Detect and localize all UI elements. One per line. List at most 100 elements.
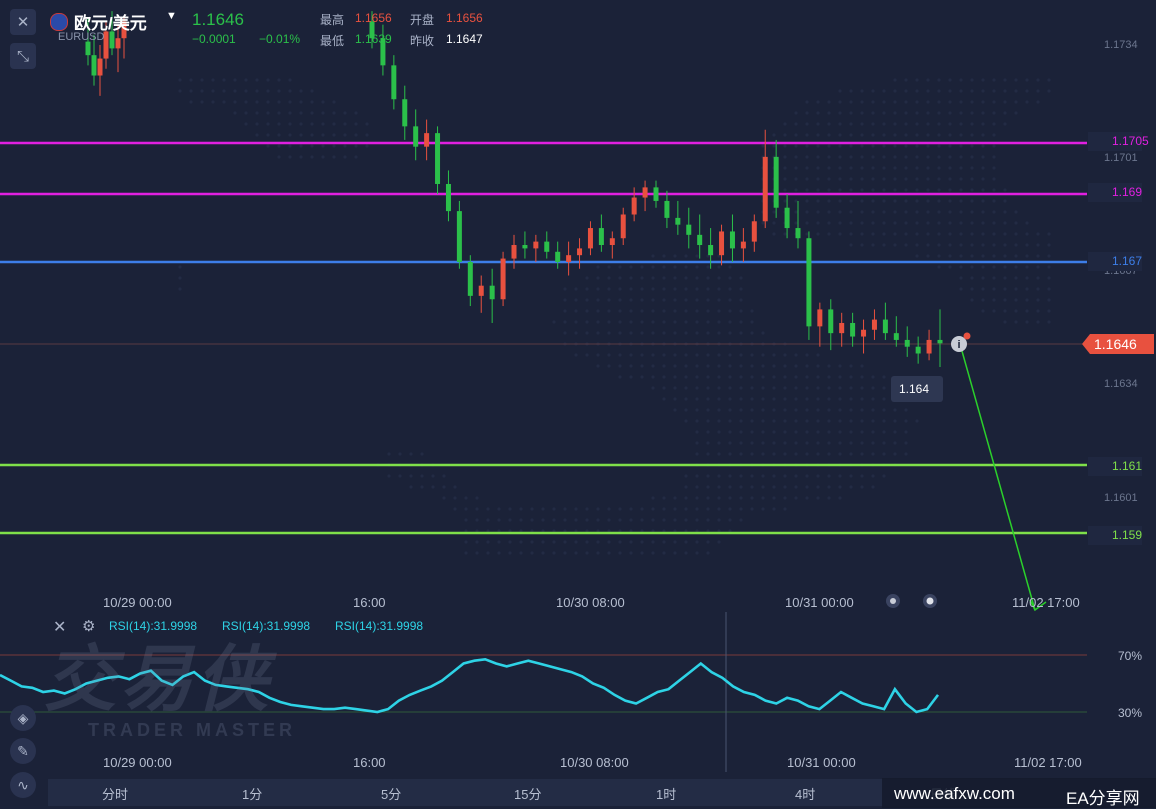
map-dot xyxy=(618,287,622,291)
map-dot xyxy=(860,397,864,401)
map-dot xyxy=(849,364,853,368)
map-dot xyxy=(596,353,600,357)
map-dot xyxy=(365,133,369,137)
map-dot xyxy=(695,540,699,544)
price-tick: 1.1601 xyxy=(1104,492,1138,504)
map-dot xyxy=(1036,100,1040,104)
map-dot xyxy=(981,177,985,181)
map-dot xyxy=(849,452,853,456)
forecast-arrow-line xyxy=(959,343,1036,611)
gear-icon[interactable]: ⚙ xyxy=(82,617,95,635)
map-dot xyxy=(761,375,765,379)
map-dot xyxy=(750,474,754,478)
map-dot xyxy=(310,100,314,104)
map-dot xyxy=(794,122,798,126)
timeframe-tab[interactable]: 1分 xyxy=(242,784,262,803)
timeframe-tab[interactable]: 5分 xyxy=(381,784,401,803)
map-dot xyxy=(255,111,259,115)
map-dot xyxy=(673,540,677,544)
map-dot xyxy=(629,320,633,324)
candle-body xyxy=(664,200,670,218)
map-dot xyxy=(189,89,193,93)
map-dot xyxy=(387,452,391,456)
map-dot xyxy=(860,199,864,203)
map-dot xyxy=(915,188,919,192)
map-dot xyxy=(805,353,809,357)
timeframe-tab[interactable]: 15分 xyxy=(514,784,541,803)
pencil-icon[interactable]: ✎ xyxy=(10,738,36,764)
level-tag-4[interactable]: 1.161 xyxy=(1088,457,1142,476)
close-button[interactable]: ✕ xyxy=(10,9,36,35)
map-dot xyxy=(783,353,787,357)
map-dot xyxy=(1047,89,1051,93)
map-dot xyxy=(596,507,600,511)
map-dot xyxy=(838,397,842,401)
map-dot xyxy=(816,441,820,445)
map-dot xyxy=(552,540,556,544)
map-dot xyxy=(486,540,490,544)
level-tag-5[interactable]: 1.159 xyxy=(1088,526,1142,545)
level-tag-1[interactable]: 1.1705 xyxy=(1088,132,1149,151)
collapse-button[interactable]: ⤡ xyxy=(10,43,36,69)
timeframe-tab[interactable]: 分时 xyxy=(102,784,128,803)
map-dot xyxy=(970,221,974,225)
map-dot xyxy=(860,441,864,445)
map-dot xyxy=(981,144,985,148)
map-dot xyxy=(827,111,831,115)
map-dot xyxy=(992,210,996,214)
timeframe-tab[interactable]: 1时 xyxy=(656,784,676,803)
map-dot xyxy=(574,353,578,357)
map-dot xyxy=(959,177,963,181)
map-dot xyxy=(431,485,435,489)
map-dot xyxy=(288,155,292,159)
map-dot xyxy=(574,507,578,511)
map-dot xyxy=(365,144,369,148)
indicator-icon[interactable]: ∿ xyxy=(10,772,36,798)
map-dot xyxy=(915,419,919,423)
map-dot xyxy=(871,232,875,236)
map-dot xyxy=(695,265,699,269)
candle-body xyxy=(391,65,397,100)
map-dot xyxy=(486,551,490,555)
map-dot xyxy=(486,518,490,522)
map-dot xyxy=(651,353,655,357)
map-dot xyxy=(739,474,743,478)
map-dot xyxy=(541,540,545,544)
map-dot xyxy=(607,518,611,522)
map-dot xyxy=(772,485,776,489)
map-dot xyxy=(816,452,820,456)
map-dot xyxy=(706,551,710,555)
map-dot xyxy=(717,496,721,500)
time-tick: 10/30 08:00 xyxy=(556,595,625,610)
map-dot xyxy=(882,232,886,236)
map-dot xyxy=(970,155,974,159)
map-dot xyxy=(1025,243,1029,247)
map-dot xyxy=(266,133,270,137)
map-dot xyxy=(981,166,985,170)
map-dot xyxy=(288,111,292,115)
map-dot xyxy=(882,122,886,126)
map-dot xyxy=(728,507,732,511)
map-dot xyxy=(970,144,974,148)
map-dot xyxy=(299,100,303,104)
map-dot xyxy=(959,287,963,291)
close-icon[interactable]: ✕ xyxy=(53,617,66,637)
map-dot xyxy=(684,540,688,544)
caret-down-icon[interactable]: ▼ xyxy=(166,10,177,22)
map-dot xyxy=(354,133,358,137)
map-dot xyxy=(596,364,600,368)
layers-icon[interactable]: ◈ xyxy=(10,705,36,731)
map-dot xyxy=(750,375,754,379)
time-tick: 10/31 00:00 xyxy=(785,595,854,610)
map-dot xyxy=(695,397,699,401)
map-dot xyxy=(860,243,864,247)
map-dot xyxy=(805,177,809,181)
map-dot xyxy=(981,276,985,280)
map-dot xyxy=(684,320,688,324)
map-dot xyxy=(915,155,919,159)
level-tag-3[interactable]: 1.167 xyxy=(1088,252,1142,271)
level-tag-2[interactable]: 1.169 xyxy=(1088,183,1142,202)
timeframe-tab[interactable]: 4时 xyxy=(795,784,815,803)
map-dot xyxy=(695,254,699,258)
map-dot xyxy=(1014,287,1018,291)
